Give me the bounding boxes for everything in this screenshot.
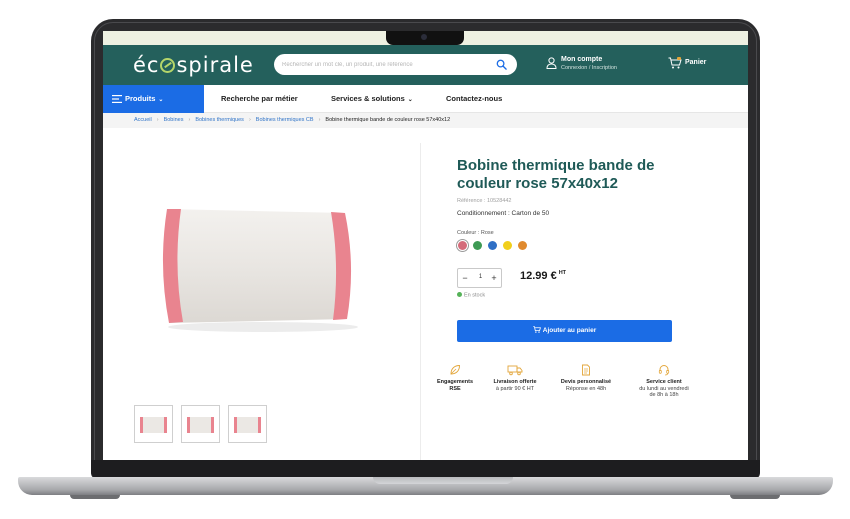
nav-item-label: Contactez-nous: [446, 94, 503, 103]
chevron-down-icon: ⌄: [158, 97, 164, 103]
add-to-cart-button[interactable]: Ajouter au panier: [457, 320, 672, 342]
products-menu-label: Produits: [125, 94, 156, 103]
product-reference: Référence : 10528442: [457, 198, 512, 204]
color-swatch[interactable]: [458, 241, 467, 250]
stock-status: En stock: [457, 292, 485, 299]
product-conditioning: Conditionnement : Carton de 50: [457, 210, 550, 217]
site-header: éc spirale Mon compte Connexion / Inscrip…: [103, 45, 748, 85]
laptop-base-notch: [373, 477, 513, 484]
nav-item-label: Services & solutions: [331, 94, 405, 103]
thumbnail-image: [140, 417, 167, 433]
search-icon[interactable]: [496, 59, 507, 70]
thumbnail[interactable]: [134, 405, 173, 443]
stock-label: En stock: [464, 292, 486, 299]
breadcrumb-current: Bobine thermique bande de couleur rose 5…: [325, 117, 451, 123]
feature-delivery: Livraison offerte à partir 90 € HT: [480, 364, 550, 392]
increment-button[interactable]: +: [489, 273, 499, 283]
account-title: Mon compte: [561, 56, 603, 63]
truck-icon: [507, 365, 523, 376]
breadcrumb-link-bobines-thermiques[interactable]: Bobines thermiques: [195, 117, 244, 123]
color-swatch[interactable]: [503, 241, 512, 250]
search-bar: [274, 54, 517, 75]
quantity-value[interactable]: 1: [476, 274, 485, 280]
product-price: 12.99 € HT: [520, 270, 566, 282]
breadcrumb-separator-icon: ›: [188, 117, 191, 123]
cart-icon: [533, 326, 541, 333]
headset-icon: [658, 365, 670, 376]
product-title: Bobine thermique bande de couleur rose 5…: [457, 157, 655, 192]
cart-label: Panier: [685, 59, 707, 66]
breadcrumb-separator-icon: ›: [156, 117, 159, 123]
thumbnail-image: [187, 417, 214, 433]
nav-item-recherche-metier[interactable]: Recherche par métier: [221, 85, 298, 113]
thumbnail-image: [234, 417, 261, 433]
thumbnail[interactable]: [181, 405, 220, 443]
leaf-icon: [450, 365, 460, 375]
breadcrumb: Accueil › Bobines › Bobines thermiques › Bobin…: [103, 113, 748, 128]
camera-notch: [386, 31, 464, 45]
quantity-stepper: − 1 +: [457, 268, 502, 288]
document-icon: [582, 364, 590, 376]
color-swatch[interactable]: [473, 241, 482, 250]
color-label: Couleur : Rose: [457, 230, 494, 236]
laptop-base: [18, 477, 833, 495]
screen: Code promo ou m... optionnel écspirale M…: [103, 31, 748, 460]
color-swatch[interactable]: [518, 241, 527, 250]
feature-title: Devis personnalisé: [560, 379, 612, 385]
feature-subtitle: à partir 90 € HT: [495, 385, 535, 392]
logo-text-left: éc: [133, 53, 160, 77]
feature-quote: Devis personnalisé Réponse en 48h: [551, 364, 621, 392]
logo[interactable]: éc spirale: [133, 53, 254, 77]
breadcrumb-separator-icon: ›: [318, 117, 321, 123]
main-nav: Produits ⌄ Recherche par métier Services …: [103, 85, 748, 113]
nav-item-contact[interactable]: Contactez-nous: [446, 85, 502, 113]
logo-text-right: spirale: [176, 53, 254, 77]
logo-spiral-icon: [160, 58, 176, 73]
user-icon: [546, 57, 557, 69]
nav-item-services[interactable]: Services & solutions ⌄: [331, 85, 413, 113]
thumbnail[interactable]: [228, 405, 267, 443]
stock-dot-icon: [457, 292, 462, 297]
account-subtitle: Connexion / Inscription: [561, 65, 617, 71]
menu-icon: [112, 95, 122, 103]
feature-support: Service client du lundi au vendredi de 8…: [629, 364, 699, 399]
cart-icon: [668, 57, 682, 69]
decrement-button[interactable]: −: [460, 273, 470, 283]
breadcrumb-link-bobines-thermiques-cb[interactable]: Bobines thermiques CB: [256, 117, 314, 123]
products-menu-button[interactable]: Produits ⌄: [103, 85, 204, 113]
chevron-down-icon: ⌄: [407, 97, 413, 103]
breadcrumb-separator-icon: ›: [248, 117, 251, 123]
price-value: 12.99 €: [520, 270, 557, 282]
camera-icon: [421, 34, 427, 40]
add-to-cart-label: Ajouter au panier: [542, 327, 597, 334]
product-image[interactable]: [155, 203, 370, 333]
column-divider: [420, 143, 421, 460]
breadcrumb-link-bobines[interactable]: Bobines: [164, 117, 184, 123]
feature-subtitle: Réponse en 48h: [565, 385, 607, 392]
laptop-foot-left: [70, 495, 120, 499]
color-swatch[interactable]: [488, 241, 497, 250]
laptop-foot-right: [730, 495, 780, 499]
feature-subtitle-line2: de 8h à 18h: [649, 392, 679, 398]
breadcrumb-link-accueil[interactable]: Accueil: [134, 117, 152, 123]
price-suffix: HT: [558, 270, 567, 276]
search-input[interactable]: [282, 58, 482, 71]
nav-item-label: Recherche par métier: [221, 94, 298, 103]
